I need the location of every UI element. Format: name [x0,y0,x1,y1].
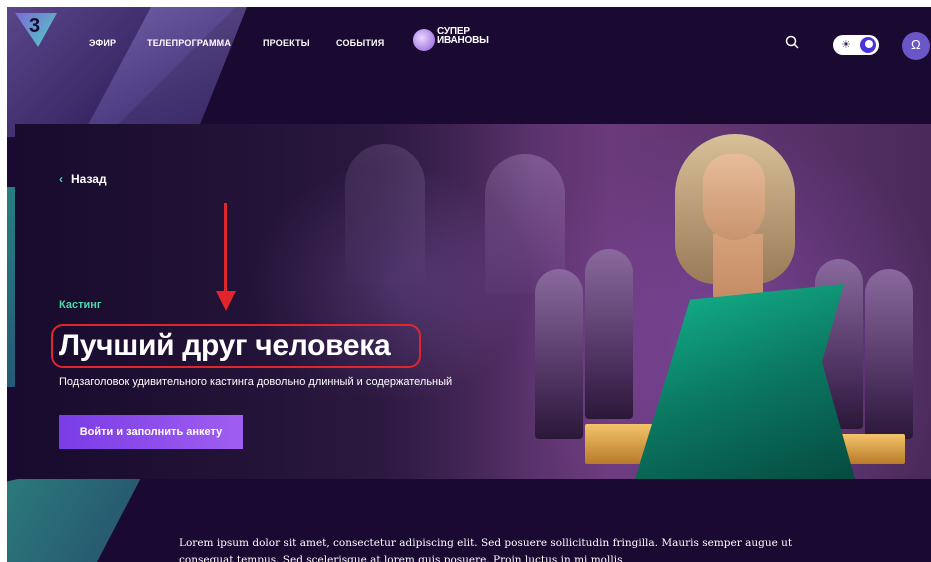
moon-icon [860,37,876,53]
host-face [703,154,765,240]
back-link[interactable]: ‹ Назад [59,172,107,186]
channel-logo[interactable]: 3 [15,13,57,47]
annotation-arrow-head [216,291,236,311]
title-highlight-box: Лучший друг человека [51,324,421,368]
logo-text: 3 [29,15,41,37]
page: 3 ЭФИР ТЕЛЕПРОГРАММА ПРОЕКТЫ СОБЫТИЯ СУП… [7,7,931,562]
nav-item-efir[interactable]: ЭФИР [89,38,116,48]
top-navigation: 3 ЭФИР ТЕЛЕПРОГРАММА ПРОЕКТЫ СОБЫТИЯ СУП… [7,7,931,67]
body-paragraph: Lorem ipsum dolor sit amet, consectetur … [179,537,793,562]
profile-avatar-button[interactable]: Ω [902,32,930,60]
back-label: Назад [71,172,107,186]
sun-icon: ☀ [841,39,851,51]
theme-toggle[interactable]: ☀ [833,35,879,55]
brand-line-2: ИВАНОВЫ [437,35,489,46]
hooded-figure [865,269,913,439]
brand-logo-text[interactable]: СУПЕР ИВАНОВЫ [437,27,489,46]
hooded-figure [535,269,583,439]
chevron-left-icon: ‹ [59,172,63,186]
search-icon[interactable] [785,35,799,49]
host-dress [635,284,855,479]
brand-icon[interactable] [413,29,435,51]
category-tag: Кастинг [59,299,102,311]
nav-item-projects[interactable]: ПРОЕКТЫ [263,38,310,48]
annotation-arrow-line [224,203,227,295]
hooded-figure [585,249,633,419]
apply-button[interactable]: Войти и заполнить анкету [59,415,243,449]
nav-item-tv-program[interactable]: ТЕЛЕПРОГРАММА [147,38,231,48]
page-subtitle: Подзаголовок удивительного кастинга дово… [59,376,453,388]
nav-item-events[interactable]: СОБЫТИЯ [336,38,384,48]
page-title: Лучший друг человека [59,329,391,362]
user-icon: Ω [911,37,921,52]
